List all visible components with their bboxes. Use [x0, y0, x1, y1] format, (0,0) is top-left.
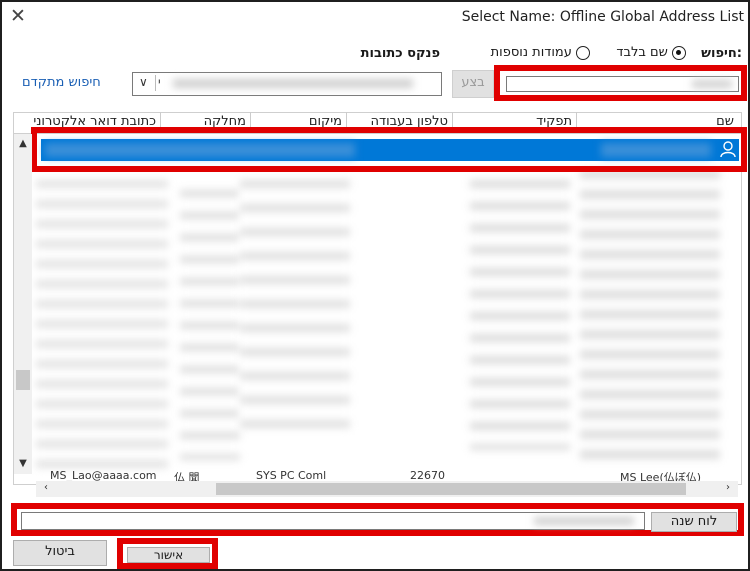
ok-button[interactable]: אישור	[127, 547, 210, 563]
close-icon[interactable]: ✕	[10, 5, 26, 27]
calendar-button[interactable]: לוח שנה	[651, 512, 737, 532]
list-column-location-blur	[240, 180, 350, 430]
recipient-row-highlight: לוח שנה	[11, 503, 744, 536]
list-column-email-blur	[36, 180, 168, 470]
radio-off-icon[interactable]	[576, 45, 590, 60]
advanced-find-link[interactable]: חיפוש מתקדם	[22, 75, 101, 90]
address-book-select[interactable]: ∨ י	[132, 72, 442, 96]
person-icon	[719, 140, 737, 158]
search-label: חיפוש:	[701, 46, 742, 61]
list-column-name-blur	[580, 170, 720, 470]
window-title: Select Name: Offline Global Address List	[461, 9, 744, 25]
scroll-down-icon[interactable]: ▼	[16, 458, 30, 469]
select-value: י	[158, 75, 161, 89]
select-value-blur	[173, 79, 413, 88]
address-book-label: פנקס כתובות	[360, 46, 440, 61]
chevron-down-icon[interactable]: ∨	[139, 75, 148, 89]
recipient-input[interactable]	[21, 512, 645, 530]
selected-row-highlight	[31, 127, 747, 172]
radio-more-columns[interactable]: עמודות נוספות	[491, 45, 590, 60]
list-column-title-blur	[470, 180, 570, 450]
select-divider	[155, 75, 156, 91]
selected-row-left-blur	[45, 143, 355, 157]
ok-button-highlight: אישור	[117, 538, 218, 569]
radio-name-only[interactable]: שם בלבד	[616, 45, 686, 60]
search-input-highlight	[494, 65, 747, 101]
recipient-value-blur	[534, 517, 634, 525]
horizontal-scrollbar[interactable]: ‹ ›	[36, 481, 738, 497]
vertical-scrollbar[interactable]: ▲ ▼	[14, 134, 32, 474]
radio-on-icon[interactable]	[672, 45, 686, 60]
scroll-left-icon[interactable]: ‹	[40, 482, 52, 493]
scroll-right-icon[interactable]: ›	[722, 482, 734, 493]
cancel-button[interactable]: ביטול	[13, 540, 107, 566]
selected-row-name-blur	[601, 143, 711, 157]
radio-name-only-label: שם בלבד	[616, 45, 668, 60]
vertical-scroll-thumb[interactable]	[16, 370, 30, 390]
list-column-department-blur	[180, 190, 240, 460]
go-button[interactable]: בצע	[452, 70, 494, 98]
scroll-up-icon[interactable]: ▲	[16, 138, 30, 149]
radio-more-columns-label: עמודות נוספות	[490, 45, 572, 60]
selected-row[interactable]	[41, 139, 739, 161]
search-input[interactable]	[506, 76, 739, 92]
horizontal-scroll-thumb[interactable]	[216, 483, 686, 495]
